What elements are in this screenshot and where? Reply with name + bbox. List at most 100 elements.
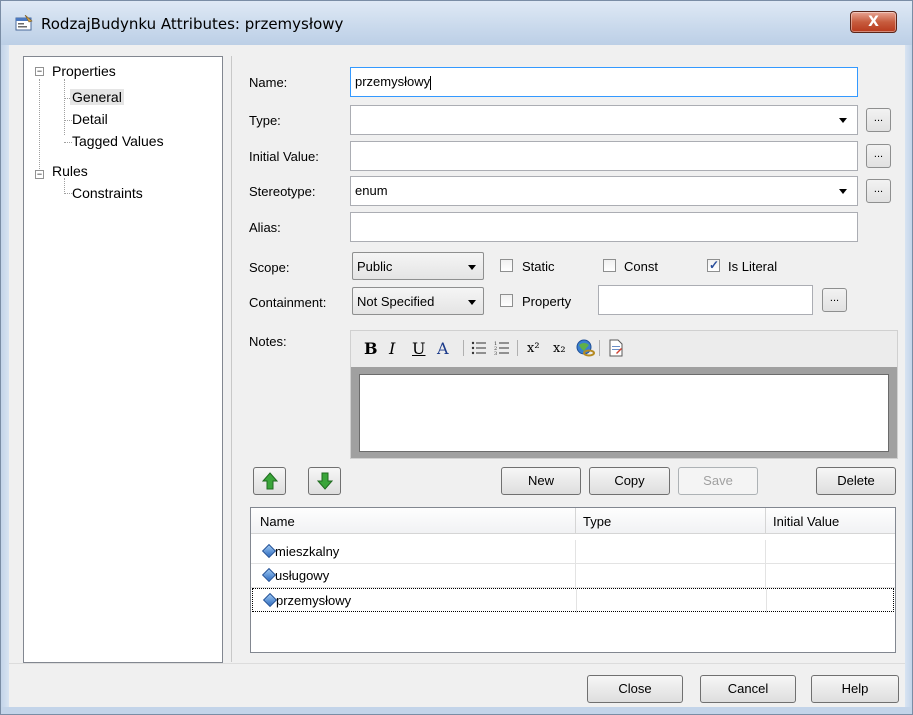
- move-up-button[interactable]: [253, 467, 286, 495]
- cancel-button[interactable]: Cancel: [700, 675, 796, 703]
- new-button[interactable]: New: [501, 467, 581, 495]
- font-color-button[interactable]: A: [437, 339, 449, 358]
- close-button[interactable]: Close: [587, 675, 683, 703]
- tree-item-rules[interactable]: Rules: [52, 163, 88, 179]
- attributes-dialog: RodzajBudynku Attributes: przemysłowy X …: [0, 0, 913, 715]
- containment-dropdown[interactable]: Not Specified: [352, 287, 484, 315]
- initial-value-label: Initial Value:: [249, 149, 319, 164]
- scope-value: Public: [357, 259, 393, 274]
- chevron-down-icon: [468, 265, 476, 270]
- enum-literal-icon: [261, 567, 277, 583]
- document-icon[interactable]: [609, 339, 623, 361]
- type-label: Type:: [249, 113, 281, 128]
- row-name: przemysłowy: [276, 593, 352, 608]
- const-label: Const: [624, 259, 658, 274]
- move-down-button[interactable]: [308, 467, 341, 495]
- collapse-rules-icon[interactable]: −: [35, 170, 44, 179]
- general-properties-panel: Name: przemysłowy Type: ... Initial Valu…: [231, 56, 905, 662]
- cell-separator: [575, 540, 576, 564]
- type-browse-button[interactable]: ...: [866, 108, 891, 132]
- arrow-up-icon: [262, 472, 278, 490]
- scope-dropdown[interactable]: Public: [352, 252, 484, 280]
- type-combobox[interactable]: [350, 105, 858, 135]
- column-separator: [765, 508, 766, 534]
- cell-separator: [766, 589, 767, 613]
- arrow-down-icon: [317, 472, 333, 490]
- title-bar[interactable]: RodzajBudynku Attributes: przemysłowy X: [1, 1, 912, 45]
- is-literal-checkbox[interactable]: ✓: [707, 258, 720, 272]
- initial-value-browse-button[interactable]: ...: [866, 144, 891, 168]
- attributes-grid: Name Type Initial Value mieszkalny usług…: [250, 507, 896, 653]
- chevron-down-icon[interactable]: [839, 189, 847, 194]
- hyperlink-icon[interactable]: [575, 339, 595, 361]
- property-label: Property: [522, 294, 572, 309]
- column-header-name[interactable]: Name: [260, 514, 295, 529]
- help-button[interactable]: Help: [811, 675, 899, 703]
- table-row-selected[interactable]: przemysłowy: [252, 588, 894, 613]
- tree-line: [64, 79, 65, 135]
- name-label: Name:: [249, 75, 288, 90]
- window-bottom-border: [1, 707, 912, 714]
- tree-item-properties[interactable]: Properties: [52, 63, 116, 79]
- row-name: mieszkalny: [275, 544, 340, 559]
- enum-literal-icon: [261, 543, 277, 559]
- column-separator: [575, 508, 576, 534]
- svg-text:3: 3: [494, 351, 497, 356]
- static-label: Static: [522, 259, 555, 274]
- bullet-list-icon[interactable]: [471, 340, 487, 360]
- numbered-list-icon[interactable]: 123: [494, 340, 510, 360]
- toolbar-separator: [517, 340, 518, 356]
- tree-line: [64, 193, 72, 194]
- column-header-initial-value[interactable]: Initial Value: [773, 514, 839, 529]
- property-field[interactable]: [598, 285, 813, 315]
- notes-textarea[interactable]: [359, 374, 889, 452]
- const-checkbox[interactable]: [603, 259, 616, 272]
- enum-literal-icon: [262, 592, 278, 608]
- window-right-border: [905, 45, 912, 714]
- table-row[interactable]: mieszkalny: [251, 540, 895, 564]
- save-button[interactable]: Save: [678, 467, 758, 495]
- toolbar-separator: [463, 340, 464, 356]
- font-color-icon: A: [437, 339, 449, 358]
- tree-item-tagged-values[interactable]: Tagged Values: [72, 133, 164, 149]
- collapse-properties-icon[interactable]: −: [35, 67, 44, 76]
- toolbar-separator: [599, 340, 600, 356]
- initial-value-field[interactable]: [350, 141, 858, 171]
- name-field[interactable]: przemysłowy: [350, 67, 858, 97]
- property-browse-button[interactable]: ...: [822, 288, 847, 312]
- static-checkbox[interactable]: [500, 259, 513, 272]
- tree-item-detail[interactable]: Detail: [72, 111, 108, 127]
- name-value: przemysłowy: [355, 74, 431, 89]
- stereotype-browse-button[interactable]: ...: [866, 179, 891, 203]
- delete-button[interactable]: Delete: [816, 467, 896, 495]
- tree-item-constraints[interactable]: Constraints: [72, 185, 143, 201]
- subscript-button[interactable]: x₂: [553, 341, 566, 356]
- alias-field[interactable]: [350, 212, 858, 242]
- property-checkbox[interactable]: [500, 294, 513, 307]
- containment-value: Not Specified: [357, 294, 435, 309]
- copy-button[interactable]: Copy: [589, 467, 670, 495]
- dialog-footer: Close Cancel Help: [9, 663, 905, 707]
- navigation-tree: − Properties General Detail Tagged Value…: [23, 56, 223, 663]
- cell-separator: [765, 540, 766, 564]
- notes-editor: B I U A 123 x² x₂: [350, 330, 898, 459]
- notes-toolbar: B I U A 123 x² x₂: [351, 331, 897, 367]
- superscript-button[interactable]: x²: [527, 341, 540, 356]
- cell-separator: [576, 589, 577, 613]
- tree-line: [39, 79, 40, 173]
- containment-label: Containment:: [249, 295, 327, 310]
- row-name: usługowy: [275, 568, 330, 583]
- tree-item-general[interactable]: General: [70, 89, 124, 105]
- bold-button[interactable]: B: [364, 339, 378, 358]
- tree-line: [64, 178, 65, 194]
- is-literal-label: Is Literal: [728, 259, 778, 274]
- table-row[interactable]: usługowy: [251, 564, 895, 588]
- window-close-button[interactable]: X: [850, 11, 897, 33]
- chevron-down-icon[interactable]: [839, 118, 847, 123]
- underline-button[interactable]: U: [412, 339, 425, 358]
- tree-line: [64, 142, 72, 143]
- stereotype-combobox[interactable]: enum: [350, 176, 858, 206]
- italic-button[interactable]: I: [389, 339, 395, 358]
- cell-separator: [765, 564, 766, 588]
- column-header-type[interactable]: Type: [583, 514, 611, 529]
